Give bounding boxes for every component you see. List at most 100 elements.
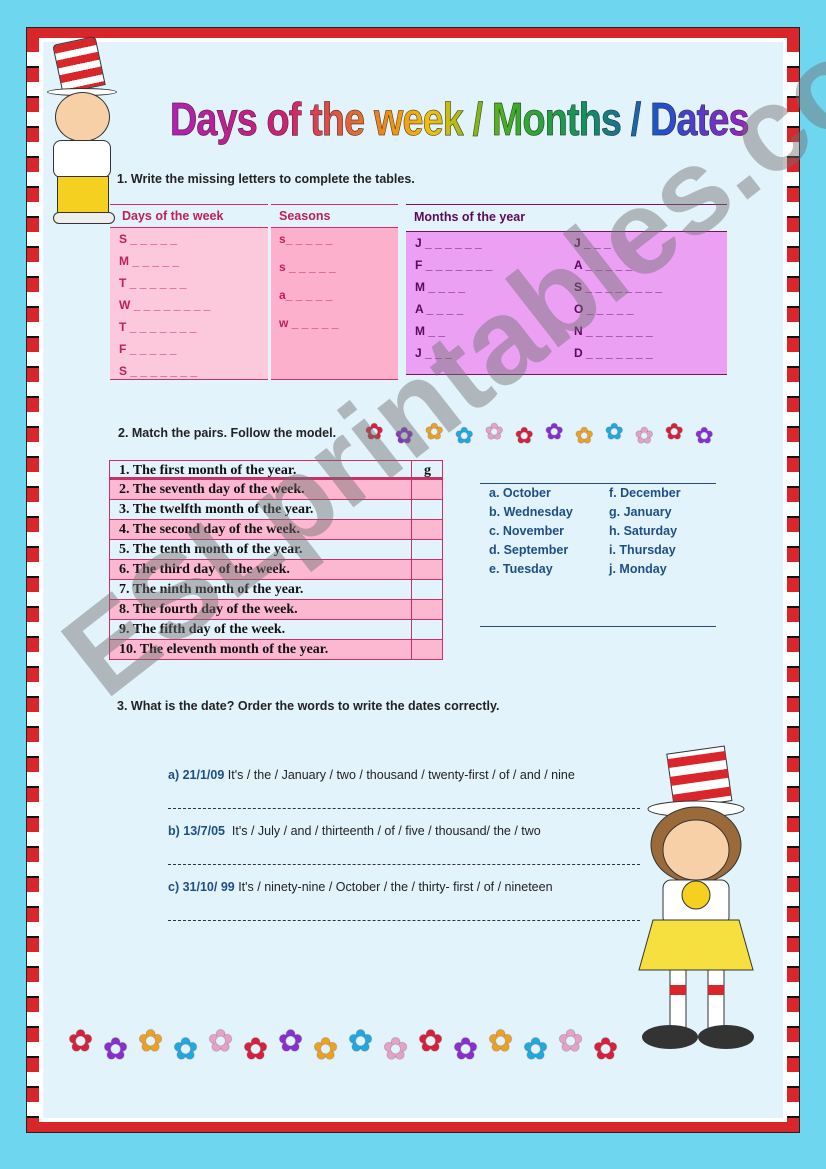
seasons-header: Seasons [279, 209, 331, 223]
match-row: 1. The first month of the year. g [109, 460, 443, 480]
month-blank[interactable]: A _ _ _ _ [415, 302, 463, 316]
match-option: j. Monday [609, 562, 667, 576]
match-answer-cell[interactable] [411, 500, 443, 519]
flower-icon: ✿ [665, 419, 684, 444]
scrambled-words: It's / ninety-nine / October / the / thi… [234, 880, 553, 894]
match-answer-cell[interactable] [411, 640, 443, 659]
month-blank[interactable]: N _ _ _ _ _ _ _ [574, 324, 653, 338]
month-blank[interactable]: A _ _ _ _ _ [574, 258, 632, 272]
match-row: 7. The ninth month of the year. [109, 580, 443, 600]
match-option: i. Thursday [609, 543, 676, 557]
month-blank[interactable]: J _ _ _ _ _ _ [415, 236, 482, 250]
match-row-text: 2. The seventh day of the week. [119, 482, 305, 497]
match-answer-cell[interactable] [411, 560, 443, 579]
section1-instruction: 1. Write the missing letters to complete… [117, 172, 415, 186]
season-blank[interactable]: s_ _ _ _ _ [279, 232, 332, 246]
match-row-text: 10. The eleventh month of the year. [119, 642, 329, 657]
match-option: g. January [609, 505, 672, 519]
month-blank[interactable]: S _ _ _ _ _ _ _ _ [574, 280, 662, 294]
date-prompt: c) 31/10/ 99 It's / ninety-nine / Octobe… [168, 880, 553, 894]
date-prompt: a) 21/1/09 It's / the / January / two / … [168, 768, 575, 782]
match-answer-cell[interactable] [411, 520, 443, 539]
month-blank[interactable]: M _ _ [415, 324, 445, 338]
match-option: a. October [489, 486, 551, 500]
match-option: h. Saturday [609, 524, 678, 538]
match-option: b. Wednesday [489, 505, 573, 519]
flower-icon: ✿ [515, 423, 534, 448]
flower-icon: ✿ [348, 1025, 374, 1058]
scrambled-words: It's / July / and / thirteenth / of / fi… [224, 824, 541, 838]
month-blank[interactable]: M _ _ _ _ [415, 280, 465, 294]
flower-icon: ✿ [695, 423, 714, 448]
flower-icon: ✿ [575, 423, 594, 448]
day-blank[interactable]: T _ _ _ _ _ _ [119, 276, 186, 290]
flower-icon: ✿ [485, 419, 504, 444]
match-row: 2. The seventh day of the week. [109, 480, 443, 500]
match-row-text: 8. The fourth day of the week. [119, 602, 298, 617]
match-answer-cell[interactable] [411, 600, 443, 619]
match-row-text: 4. The second day of the week. [119, 522, 300, 537]
flower-icon: ✿ [635, 423, 654, 448]
boy-character-illustration [45, 35, 130, 230]
scrambled-words: It's / the / January / two / thousand / … [224, 768, 575, 782]
flower-icon: ✿ [488, 1025, 514, 1058]
season-blank[interactable]: a_ _ _ _ _ [279, 288, 332, 302]
season-blank[interactable]: w _ _ _ _ _ [279, 316, 338, 330]
date-prompt: b) 13/7/05 It's / July / and / thirteent… [168, 824, 541, 838]
striped-border-right [787, 38, 799, 1122]
match-option: d. September [489, 543, 569, 557]
date-value: c) 31/10/ 99 [168, 880, 235, 894]
date-value: b) 13/7/05 [168, 824, 225, 838]
section2-instruction: 2. Match the pairs. Follow the model. [118, 426, 337, 440]
flower-icon: ✿ [418, 1025, 444, 1058]
page-title: Days of the week / Months / Dates [170, 93, 750, 146]
flower-icon: ✿ [243, 1033, 269, 1066]
match-answer-cell[interactable] [411, 480, 443, 499]
month-blank[interactable]: J _ _ _ [415, 346, 452, 360]
flower-icon: ✿ [545, 419, 564, 444]
match-row-text: 5. The tenth month of the year. [119, 542, 303, 557]
flower-icon: ✿ [103, 1033, 129, 1066]
flower-icon: ✿ [605, 419, 624, 444]
flower-icon: ✿ [593, 1033, 619, 1066]
flower-icon: ✿ [208, 1025, 234, 1058]
answer-line[interactable] [168, 808, 640, 809]
day-blank[interactable]: T _ _ _ _ _ _ _ [119, 320, 196, 334]
match-row-text: 6. The third day of the week. [119, 562, 290, 577]
flower-icon: ✿ [138, 1025, 164, 1058]
girl-character-illustration [638, 745, 754, 1049]
match-answer-cell[interactable]: g [411, 461, 443, 478]
day-blank[interactable]: S _ _ _ _ _ _ _ [119, 364, 197, 378]
month-blank[interactable]: D _ _ _ _ _ _ _ [574, 346, 653, 360]
match-answer-cell[interactable] [411, 620, 443, 639]
answer-line[interactable] [168, 920, 640, 921]
answer-line[interactable] [168, 864, 640, 865]
days-header: Days of the week [122, 209, 224, 223]
month-blank[interactable]: F _ _ _ _ _ _ _ [415, 258, 492, 272]
seasons-table: Seasons s_ _ _ _ _s _ _ _ _ _ a_ _ _ _ _w… [271, 204, 398, 380]
striped-border-left [27, 38, 39, 1122]
match-option: c. November [489, 524, 565, 538]
flower-border-top: ✿ ✿ ✿ ✿ ✿ ✿ ✿ ✿ ✿ ✿ ✿ ✿ [365, 420, 735, 450]
day-blank[interactable]: W _ _ _ _ _ _ _ _ [119, 298, 210, 312]
month-blank[interactable]: J _ _ _ [574, 236, 611, 250]
match-row-text: 1. The first month of the year. [119, 463, 297, 478]
match-row: 6. The third day of the week. [109, 560, 443, 580]
flower-icon: ✿ [425, 419, 444, 444]
month-blank[interactable]: O _ _ _ _ _ [574, 302, 633, 316]
date-value: a) 21/1/09 [168, 768, 225, 782]
match-option: e. Tuesday [489, 562, 553, 576]
section3-instruction: 3. What is the date? Order the words to … [117, 699, 500, 713]
months-header: Months of the year [414, 210, 526, 224]
flower-icon: ✿ [523, 1033, 549, 1066]
match-answer-cell[interactable] [411, 580, 443, 599]
flower-icon: ✿ [455, 423, 474, 448]
flower-icon: ✿ [173, 1033, 199, 1066]
flower-border-bottom: ✿ ✿ ✿ ✿ ✿ ✿ ✿ ✿ ✿ ✿ ✿ ✿ ✿ ✿ ✿ ✿ [68, 1025, 628, 1080]
day-blank[interactable]: F _ _ _ _ _ [119, 342, 176, 356]
match-answer-cell[interactable] [411, 540, 443, 559]
season-blank[interactable]: s _ _ _ _ _ [279, 260, 336, 274]
day-blank[interactable]: M _ _ _ _ _ [119, 254, 179, 268]
match-row: 5. The tenth month of the year. [109, 540, 443, 560]
day-blank[interactable]: S _ _ _ _ _ [119, 232, 177, 246]
